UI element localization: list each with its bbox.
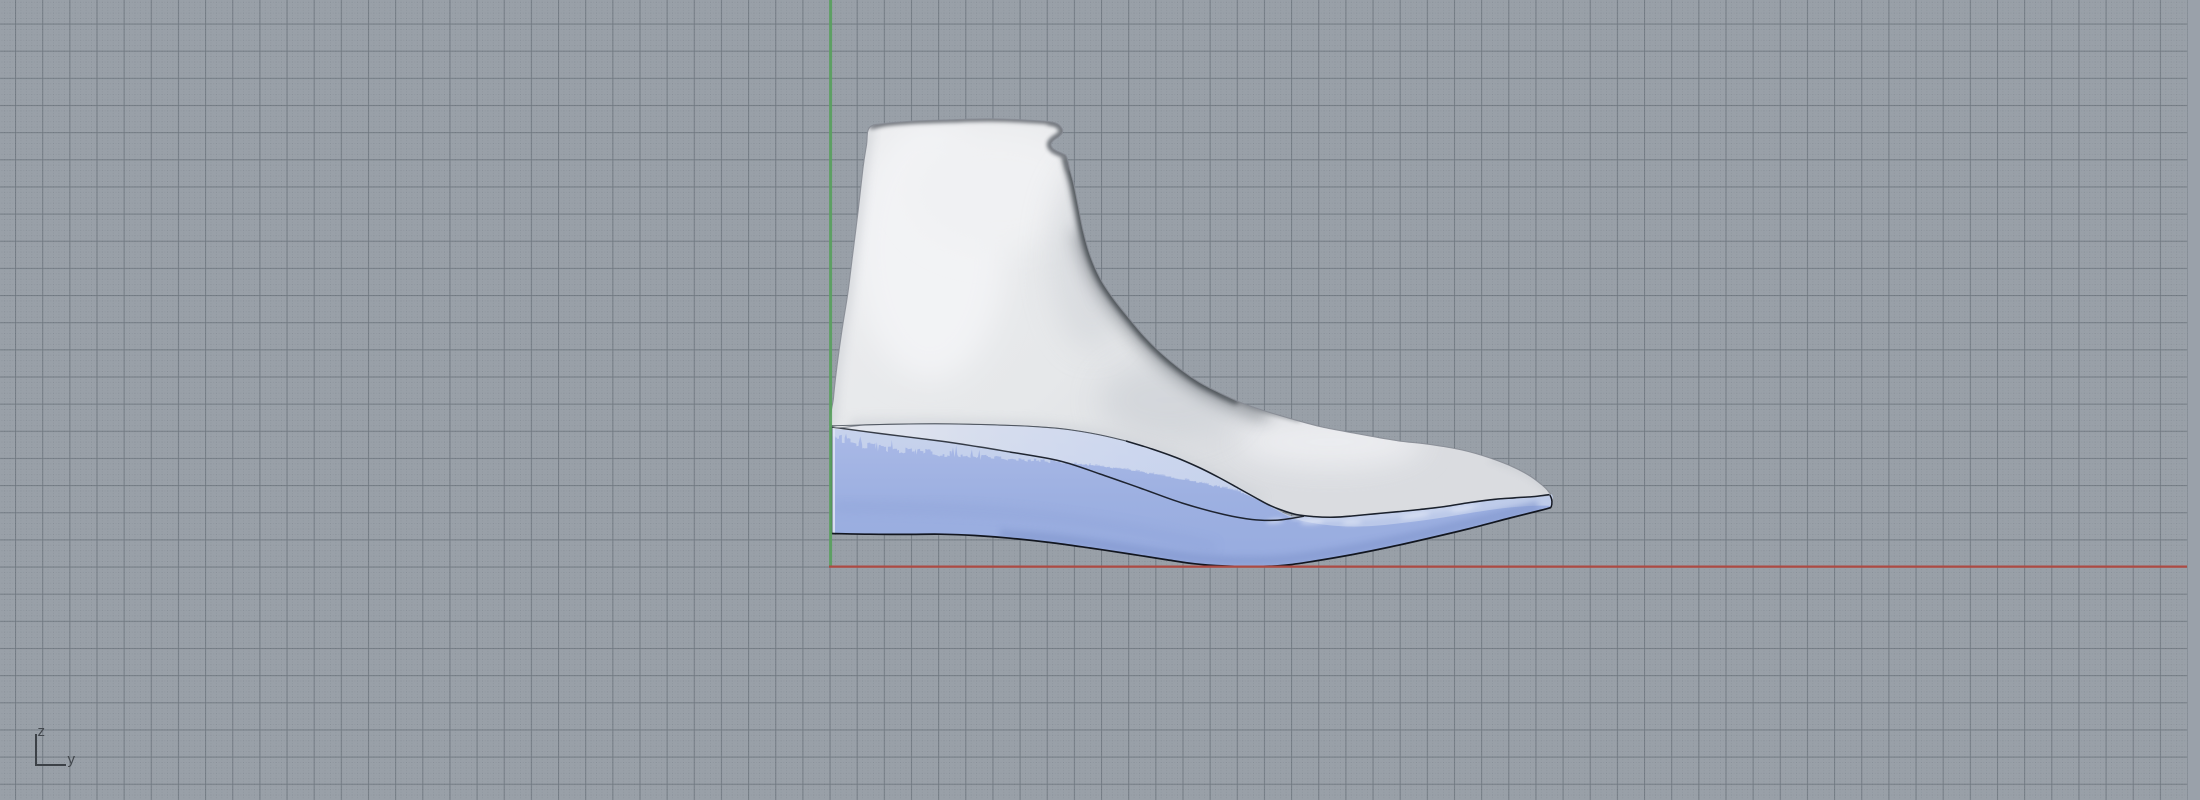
svg-text:y: y: [68, 751, 76, 768]
svg-text:z: z: [38, 723, 46, 740]
